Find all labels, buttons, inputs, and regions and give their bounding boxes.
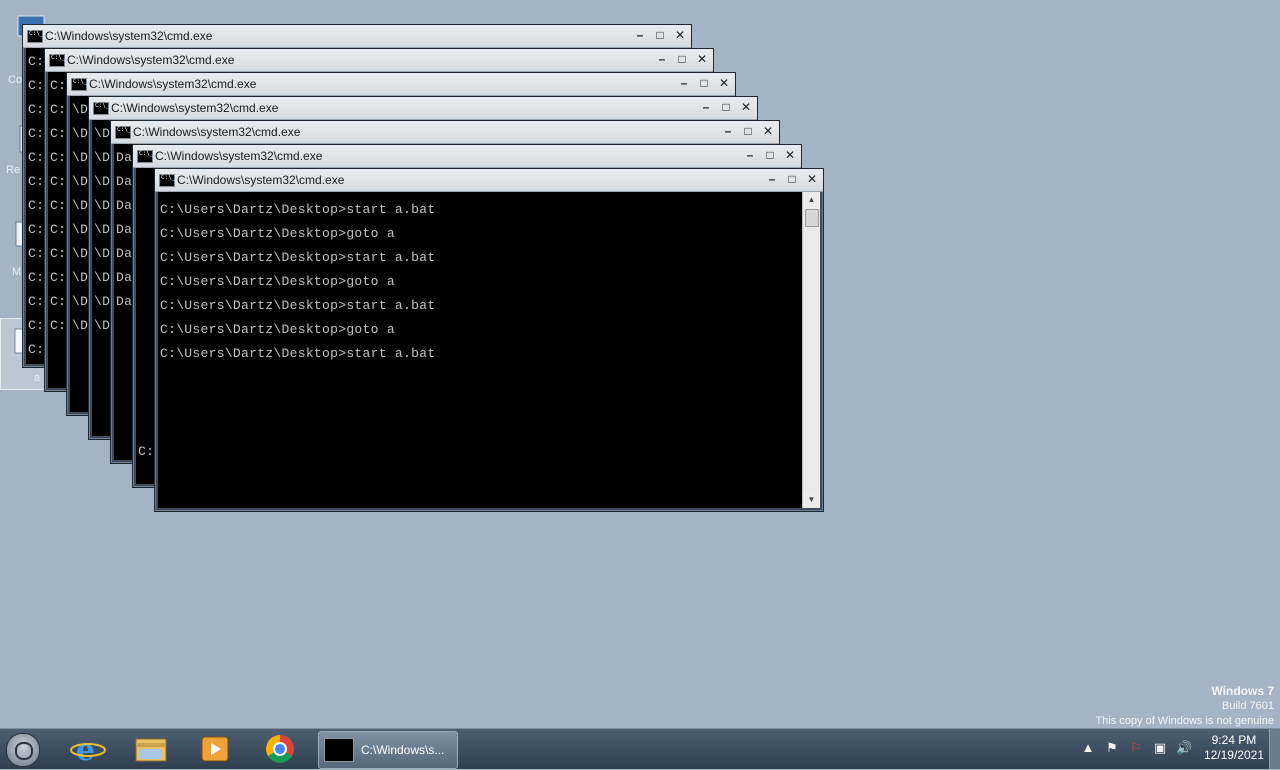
scrollbar-thumb[interactable]: [805, 209, 819, 227]
cmd-window-icon[interactable]: [159, 174, 175, 187]
window-title: C:\Windows\system32\cmd.exe: [111, 101, 279, 115]
show-hidden-icons-chevron-icon[interactable]: ▲: [1080, 740, 1096, 756]
media-player-icon[interactable]: [196, 733, 236, 765]
console-line: C:\Users\Dartz\Desktop>goto a: [160, 226, 395, 241]
window-title: C:\Windows\system32\cmd.exe: [67, 53, 235, 67]
clock[interactable]: 9:24 PM 12/19/2021: [1204, 733, 1264, 763]
console-line: C:: [28, 54, 45, 69]
minimize-button[interactable]: –: [699, 100, 713, 114]
flag-alert-icon[interactable]: ⚐: [1128, 740, 1144, 756]
vertical-scrollbar[interactable]: ▲▼: [802, 192, 820, 508]
chrome-icon[interactable]: [260, 733, 300, 765]
file-explorer-icon[interactable]: [132, 733, 172, 765]
window-title-bar[interactable]: C:\Windows\system32\cmd.exe –□ ✕: [89, 97, 757, 120]
taskbar-task-cmd[interactable]: C:\Windows\s...: [318, 731, 458, 769]
scroll-down-arrow-icon[interactable]: ▼: [803, 492, 820, 508]
close-button[interactable]: ✕: [717, 76, 731, 90]
maximize-button[interactable]: □: [763, 148, 777, 162]
close-button[interactable]: ✕: [805, 172, 819, 186]
network-icon[interactable]: ▣: [1152, 740, 1168, 756]
maximize-button[interactable]: □: [653, 28, 667, 42]
cmd-window-icon[interactable]: [137, 150, 153, 163]
window-title-bar[interactable]: C:\Windows\system32\cmd.exe –□ ✕: [155, 169, 823, 192]
action-center-icon[interactable]: ⚑: [1104, 740, 1120, 756]
close-button[interactable]: ✕: [673, 28, 687, 42]
window-title: C:\Windows\system32\cmd.exe: [133, 125, 301, 139]
window-title: C:\Windows\system32\cmd.exe: [155, 149, 323, 163]
window-title-bar[interactable]: C:\Windows\system32\cmd.exe –□ ✕: [23, 25, 691, 48]
svg-text:e: e: [76, 733, 95, 765]
cmd-window-icon[interactable]: [71, 78, 87, 91]
minimize-button[interactable]: –: [743, 148, 757, 162]
close-button[interactable]: ✕: [739, 100, 753, 114]
close-button[interactable]: ✕: [761, 124, 775, 138]
cmd-window-7[interactable]: C:\Windows\system32\cmd.exe–□✕C:\Users\D…: [154, 168, 824, 512]
system-tray: ▲ ⚑ ⚐ ▣ 🔊 9:24 PM 12/19/2021: [1080, 729, 1280, 769]
maximize-button[interactable]: □: [697, 76, 711, 90]
watermark-genuine-notice: This copy of Windows is not genuine: [1095, 715, 1274, 727]
desktop-label-computer: Co: [8, 74, 23, 86]
desktop-label-recycle-bin: Re: [6, 164, 21, 176]
watermark-build: Build 7601: [1222, 700, 1274, 712]
cmd-window-icon[interactable]: [27, 30, 43, 43]
desktop-label-media: M: [12, 266, 22, 278]
console-line: C:\Users\Dartz\Desktop>goto a: [160, 322, 395, 337]
cmd-window-icon[interactable]: [115, 126, 131, 139]
taskbar: e C:\Windows\s... ▲ ⚑ ⚐ ▣ 🔊 9:24 PM 12/1…: [0, 728, 1280, 769]
maximize-button[interactable]: □: [675, 52, 689, 66]
show-desktop-button[interactable]: [1269, 729, 1280, 769]
start-button[interactable]: [6, 733, 40, 767]
close-button[interactable]: ✕: [695, 52, 709, 66]
minimize-button[interactable]: –: [721, 124, 735, 138]
window-title-bar[interactable]: C:\Windows\system32\cmd.exe –□ ✕: [111, 121, 779, 144]
console-line: C:\Users\Dartz\Desktop>start a.bat: [160, 346, 436, 361]
window-title-bar[interactable]: C:\Windows\system32\cmd.exe –□ ✕: [45, 49, 713, 72]
window-title: C:\Windows\system32\cmd.exe: [89, 77, 257, 91]
scroll-up-arrow-icon[interactable]: ▲: [803, 192, 820, 208]
cmd-thumbnail-icon: [324, 738, 354, 762]
window-title: C:\Windows\system32\cmd.exe: [177, 173, 345, 187]
cmd-window-icon[interactable]: [93, 102, 109, 115]
cmd-window-icon[interactable]: [49, 54, 65, 67]
window-title-bar[interactable]: C:\Windows\system32\cmd.exe –□ ✕: [67, 73, 735, 96]
minimize-button[interactable]: –: [655, 52, 669, 66]
minimize-button[interactable]: –: [765, 172, 779, 186]
window-title-bar[interactable]: C:\Windows\system32\cmd.exe –□ ✕: [133, 145, 801, 168]
close-button[interactable]: ✕: [783, 148, 797, 162]
volume-icon[interactable]: 🔊: [1176, 740, 1192, 756]
console-output[interactable]: C:\Users\Dartz\Desktop>start a.bat C:\Use…: [158, 192, 802, 508]
maximize-button[interactable]: □: [785, 172, 799, 186]
console-line: C:\Users\Dartz\Desktop>start a.bat: [160, 202, 436, 217]
minimize-button[interactable]: –: [677, 76, 691, 90]
clock-time: 9:24 PM: [1211, 733, 1257, 747]
console-line: C:\Users\Dartz\Desktop>start a.bat: [160, 298, 436, 313]
desktop-label-file: a: [34, 372, 41, 384]
windows-watermark: Windows 7 Build 7601 This copy of Window…: [1095, 684, 1274, 729]
minimize-button[interactable]: –: [633, 28, 647, 42]
maximize-button[interactable]: □: [741, 124, 755, 138]
maximize-button[interactable]: □: [719, 100, 733, 114]
clock-date: 12/19/2021: [1203, 748, 1264, 762]
console-line: C:\Users\Dartz\Desktop>start a.bat: [160, 250, 436, 265]
console-line: C:\Users\Dartz\Desktop>goto a: [160, 274, 395, 289]
internet-explorer-icon[interactable]: e: [68, 733, 108, 768]
watermark-os-name: Windows 7: [1211, 684, 1274, 698]
window-title: C:\Windows\system32\cmd.exe: [45, 29, 213, 43]
taskbar-task-label: C:\Windows\s...: [361, 743, 445, 757]
